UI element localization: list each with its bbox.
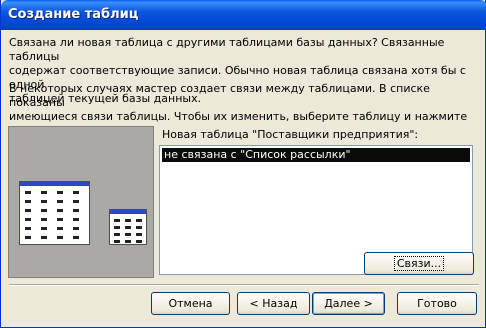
table-cell-mark [125, 240, 131, 243]
table-cell-mark [73, 218, 79, 221]
table-cell-mark [57, 200, 63, 203]
table-cell-mark [73, 191, 79, 194]
intro-line: Связана ли новая таблица с другими табли… [9, 36, 445, 63]
table-cell-mark [41, 218, 47, 221]
table-cell-mark [25, 209, 31, 212]
table-cell-mark [73, 209, 79, 212]
small-table-icon [109, 209, 147, 245]
cancel-button[interactable]: Отмена [151, 292, 230, 315]
list-item[interactable]: не связана с "Список рассылки" [162, 148, 470, 162]
table-cell-mark [136, 226, 142, 229]
related-tables-label: Новая таблица "Поставщики предприятия": [162, 128, 419, 141]
relationships-button[interactable]: Связи... [364, 252, 474, 275]
table-cell-mark [125, 226, 131, 229]
table-cell-mark [73, 200, 79, 203]
separator [9, 284, 479, 286]
title-bar[interactable]: Создание таблиц [1, 0, 486, 30]
table-cell-mark [73, 227, 79, 230]
table-cell-mark [136, 240, 142, 243]
table-cell-mark [136, 233, 142, 236]
table-cell-mark [25, 191, 31, 194]
table-cell-mark [41, 200, 47, 203]
finish-button[interactable]: Готово [397, 292, 477, 315]
large-table-icon [19, 181, 90, 245]
table-cell-mark [114, 240, 120, 243]
table-cell-mark [25, 227, 31, 230]
table-cell-mark [125, 219, 131, 222]
table-cell-mark [41, 227, 47, 230]
table-cell-mark [114, 233, 120, 236]
window-title: Создание таблиц [8, 7, 139, 22]
table-cell-mark [57, 218, 63, 221]
table-cell-mark [41, 209, 47, 212]
table-cell-mark [114, 226, 120, 229]
wizard-body: Связана ли новая таблица с другими табли… [4, 30, 482, 324]
table-cell-mark [57, 236, 63, 239]
table-cell-mark [136, 219, 142, 222]
table-cell-mark [57, 227, 63, 230]
table-cell-mark [57, 209, 63, 212]
table-cell-mark [41, 191, 47, 194]
table-cell-mark [57, 191, 63, 194]
table-cell-mark [125, 233, 131, 236]
table-cell-mark [25, 218, 31, 221]
table-cell-mark [73, 236, 79, 239]
next-button[interactable]: Далее > [312, 292, 385, 315]
info-line: В некоторых случаях мастер создает связи… [9, 82, 430, 109]
table-cell-mark [25, 200, 31, 203]
table-cell-mark [114, 219, 120, 222]
relationships-button-label: Связи... [393, 256, 445, 271]
table-cell-mark [25, 236, 31, 239]
table-cell-mark [41, 236, 47, 239]
wizard-window: Создание таблиц Связана ли новая таблица… [0, 0, 486, 328]
relationship-illustration [8, 126, 154, 278]
back-button[interactable]: < Назад [237, 292, 310, 315]
